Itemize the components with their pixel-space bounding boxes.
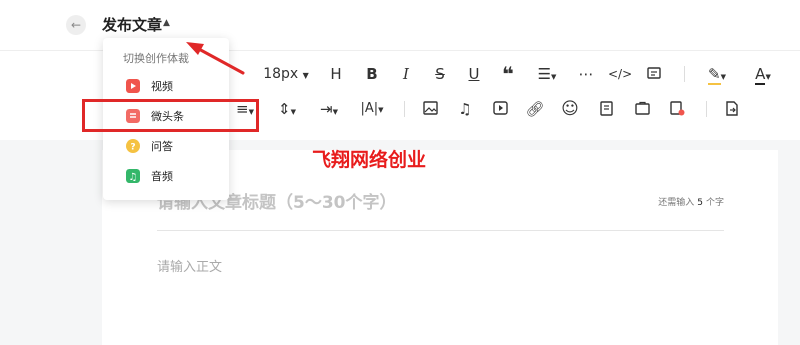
caret-down-icon: ▼ <box>302 71 309 80</box>
video-icon <box>126 79 140 93</box>
counter-suffix: 个字 <box>705 198 724 208</box>
counter-value: 5 <box>697 198 703 208</box>
letter-spacing-icon: |A| <box>360 101 379 116</box>
vote-icon <box>669 101 684 116</box>
heading-button[interactable]: H <box>326 62 346 86</box>
back-button[interactable]: ← <box>66 15 86 35</box>
toolbar-separator <box>404 101 405 117</box>
svg-text:?: ? <box>130 143 135 153</box>
code-button[interactable]: </> <box>608 62 632 86</box>
image-icon <box>422 101 438 115</box>
char-counter: 还需输入 5 个字 <box>658 195 724 208</box>
italic-button[interactable]: I <box>396 62 416 86</box>
list-icon: ☰ <box>537 65 552 83</box>
insert-audio-button[interactable]: ♫ <box>455 97 475 121</box>
title-divider <box>157 230 724 231</box>
emoji-icon: ☺ <box>561 99 579 119</box>
insert-image-button[interactable] <box>420 97 440 121</box>
svg-text:♫: ♫ <box>129 172 138 183</box>
letter-spacing-button[interactable]: |A|▼ <box>356 97 388 121</box>
menu-item-audio[interactable]: ♫ 音频 <box>103 163 229 189</box>
counter-prefix: 还需输入 <box>658 198 695 208</box>
list-button[interactable]: ☰▼ <box>532 62 562 86</box>
import-icon <box>726 101 738 116</box>
bookmark-note-icon <box>599 101 613 116</box>
divider-button[interactable]: ⋯ <box>576 62 596 86</box>
strikethrough-button[interactable]: S <box>430 62 450 86</box>
insert-product-button[interactable] <box>632 97 652 121</box>
font-size-value: 18px <box>263 66 299 82</box>
insert-link-button[interactable]: 🔗︎ <box>525 97 545 121</box>
indent-button[interactable]: ⇥▼ <box>314 97 344 121</box>
menu-title: 切换创作体裁 <box>123 52 189 65</box>
line-height-button[interactable]: ⇕▼ <box>272 97 302 121</box>
import-document-button[interactable] <box>722 97 742 121</box>
menu-item-label: 问答 <box>151 140 173 153</box>
card-icon <box>647 67 661 79</box>
highlight-box <box>82 99 259 132</box>
caret-down-icon[interactable]: ▲ <box>163 18 170 28</box>
menu-item-label: 音频 <box>151 170 173 183</box>
audio-icon: ♫ <box>126 169 140 183</box>
body-input[interactable]: 请输入正文 <box>157 256 222 275</box>
insert-vote-button[interactable] <box>667 97 687 121</box>
font-size-select[interactable]: 18px ▼ <box>258 62 314 86</box>
card-button[interactable] <box>644 62 664 86</box>
toolbar-separator <box>684 66 685 82</box>
menu-item-qa[interactable]: ? 问答 <box>103 133 229 159</box>
font-color-icon: A <box>755 65 766 85</box>
insert-emoji-button[interactable]: ☺ <box>560 97 580 121</box>
watermark: 飞翔网络创业 <box>312 149 427 171</box>
bag-icon <box>634 101 650 115</box>
indent-icon: ⇥ <box>320 100 333 118</box>
code-icon: </> <box>608 67 633 81</box>
menu-item-label: 视频 <box>151 80 173 93</box>
qa-icon: ? <box>126 139 140 153</box>
underline-button[interactable]: U <box>464 62 484 86</box>
insert-video-button[interactable] <box>490 97 510 121</box>
menu-item-video[interactable]: 视频 <box>103 73 229 99</box>
horizontal-rule-icon: ⋯ <box>578 65 594 83</box>
toolbar-separator <box>706 101 707 117</box>
music-icon: ♫ <box>458 100 472 118</box>
highlight-color-button[interactable]: ✎▼ <box>702 62 732 86</box>
link-icon: 🔗︎ <box>525 100 545 118</box>
arrow-left-icon: ← <box>70 18 82 32</box>
highlighter-icon: ✎ <box>708 65 721 85</box>
video-icon <box>492 101 508 115</box>
insert-note-button[interactable] <box>596 97 616 121</box>
quote-button[interactable]: ❝ <box>498 62 518 86</box>
line-height-icon: ⇕ <box>278 100 291 118</box>
page-title[interactable]: 发布文章 <box>102 14 162 35</box>
bold-button[interactable]: B <box>362 62 382 86</box>
font-color-button[interactable]: A▼ <box>748 62 778 86</box>
